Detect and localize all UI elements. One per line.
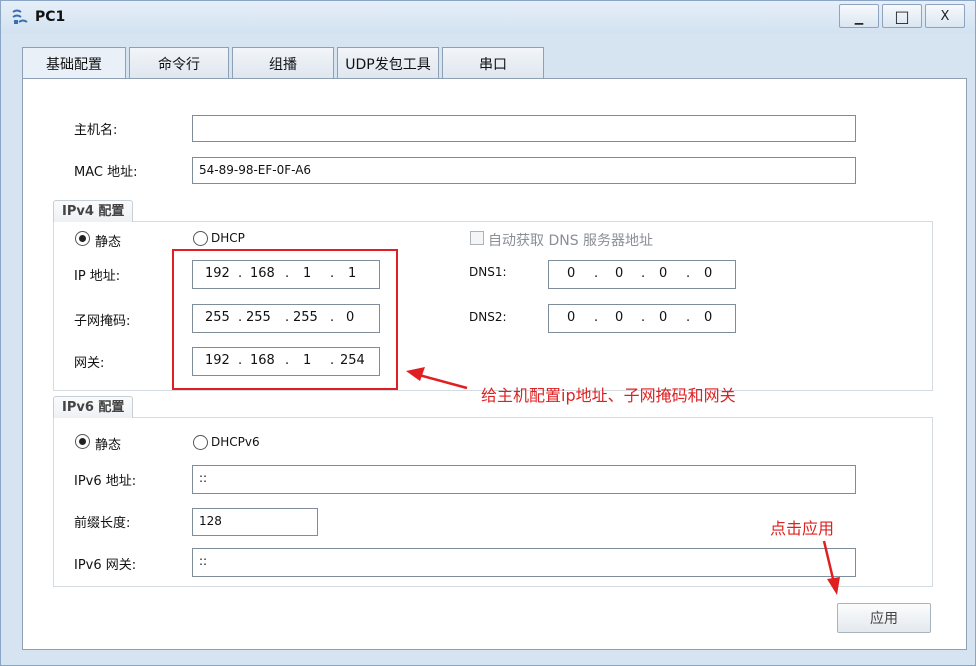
dns2-label: DNS2: (469, 310, 507, 324)
ipv6-static-label: 静态 (95, 438, 122, 453)
radio-checked-icon[interactable] (75, 231, 90, 246)
ipv6-gateway-input[interactable]: :: (192, 548, 856, 577)
apply-button-label: 应用 (870, 611, 898, 627)
tab-multicast[interactable]: 组播 (232, 47, 334, 79)
prefix-length-input[interactable]: 128 (192, 508, 318, 536)
ipv4-group-title: IPv4 配置 (53, 200, 134, 222)
radio-checked-icon[interactable] (75, 434, 90, 449)
radio-unchecked-icon[interactable] (193, 231, 208, 246)
config-note-annotation: 给主机配置ip地址、子网掩码和网关 (481, 386, 736, 405)
tab-label: 串口 (479, 56, 507, 73)
dns1-label: DNS1: (469, 265, 507, 279)
dns1-octet: 0 (704, 266, 713, 281)
mac-field[interactable]: 54-89-98-EF-0F-A6 (192, 157, 856, 184)
ipv4-static-label: 静态 (95, 235, 122, 250)
gateway-label: 网关: (74, 356, 105, 371)
maximize-button[interactable]: □ (882, 4, 922, 28)
tab-label: 基础配置 (46, 57, 102, 73)
dns1-octet: 0 (615, 266, 624, 281)
ipv6-address-label: IPv6 地址: (74, 474, 137, 489)
radio-unchecked-icon[interactable] (193, 435, 208, 450)
tab-udp-tool[interactable]: UDP发包工具 (337, 47, 439, 79)
dns2-octet: 0 (704, 310, 713, 325)
ipv4-dhcp-label: DHCP (211, 231, 245, 245)
tab-label: UDP发包工具 (345, 56, 431, 73)
apply-note-annotation: 点击应用 (770, 519, 835, 538)
tab-label: 组播 (269, 56, 297, 73)
ipv6-dhcp-label: DHCPv6 (211, 435, 260, 449)
close-button[interactable]: X (925, 4, 965, 28)
hostname-label: 主机名: (74, 123, 118, 138)
ipv6-address-input[interactable]: :: (192, 465, 856, 494)
minimize-button[interactable]: ▁ (839, 4, 879, 28)
dns1-octet: 0 (567, 266, 576, 281)
tab-command-line[interactable]: 命令行 (129, 47, 229, 79)
subnet-mask-label: 子网掩码: (74, 314, 131, 329)
dns2-input[interactable]: 0 . 0 . 0 . 0 (548, 304, 736, 333)
ipv6-gateway-label: IPv6 网关: (74, 558, 137, 573)
dns2-octet: 0 (567, 310, 576, 325)
ip-address-label: IP 地址: (74, 269, 121, 284)
apply-button[interactable]: 应用 (837, 603, 931, 633)
auto-dns-label: 自动获取 DNS 服务器地址 (488, 233, 654, 249)
basic-config-panel: 主机名: MAC 地址: 54-89-98-EF-0F-A6 IPv4 配置 静… (22, 78, 967, 650)
checkbox-icon[interactable] (470, 231, 484, 245)
dns2-octet: 0 (659, 310, 668, 325)
highlight-box (172, 249, 398, 390)
pc1-window: PC1 ▁ □ X 基础配置 命令行 组播 UDP发包工具 串口 主机名: MA… (0, 0, 976, 666)
hostname-input[interactable] (192, 115, 856, 142)
dns1-octet: 0 (659, 266, 668, 281)
tab-serial[interactable]: 串口 (442, 47, 544, 79)
minimize-icon: ▁ (854, 11, 864, 25)
network-pc-icon (12, 9, 28, 24)
dns1-input[interactable]: 0 . 0 . 0 . 0 (548, 260, 736, 289)
tab-basic-config[interactable]: 基础配置 (22, 47, 126, 80)
maximize-icon: □ (894, 6, 910, 26)
window-title: PC1 (35, 9, 66, 25)
tab-label: 命令行 (158, 56, 200, 73)
title-bar[interactable]: PC1 ▁ □ X (1, 1, 975, 33)
ipv6-group-title: IPv6 配置 (53, 396, 134, 418)
mac-label: MAC 地址: (74, 165, 138, 180)
client-area: 基础配置 命令行 组播 UDP发包工具 串口 主机名: MAC 地址: 54-8… (8, 35, 968, 659)
close-icon: X (940, 8, 950, 24)
prefix-length-label: 前缀长度: (74, 516, 131, 531)
dns2-octet: 0 (615, 310, 624, 325)
